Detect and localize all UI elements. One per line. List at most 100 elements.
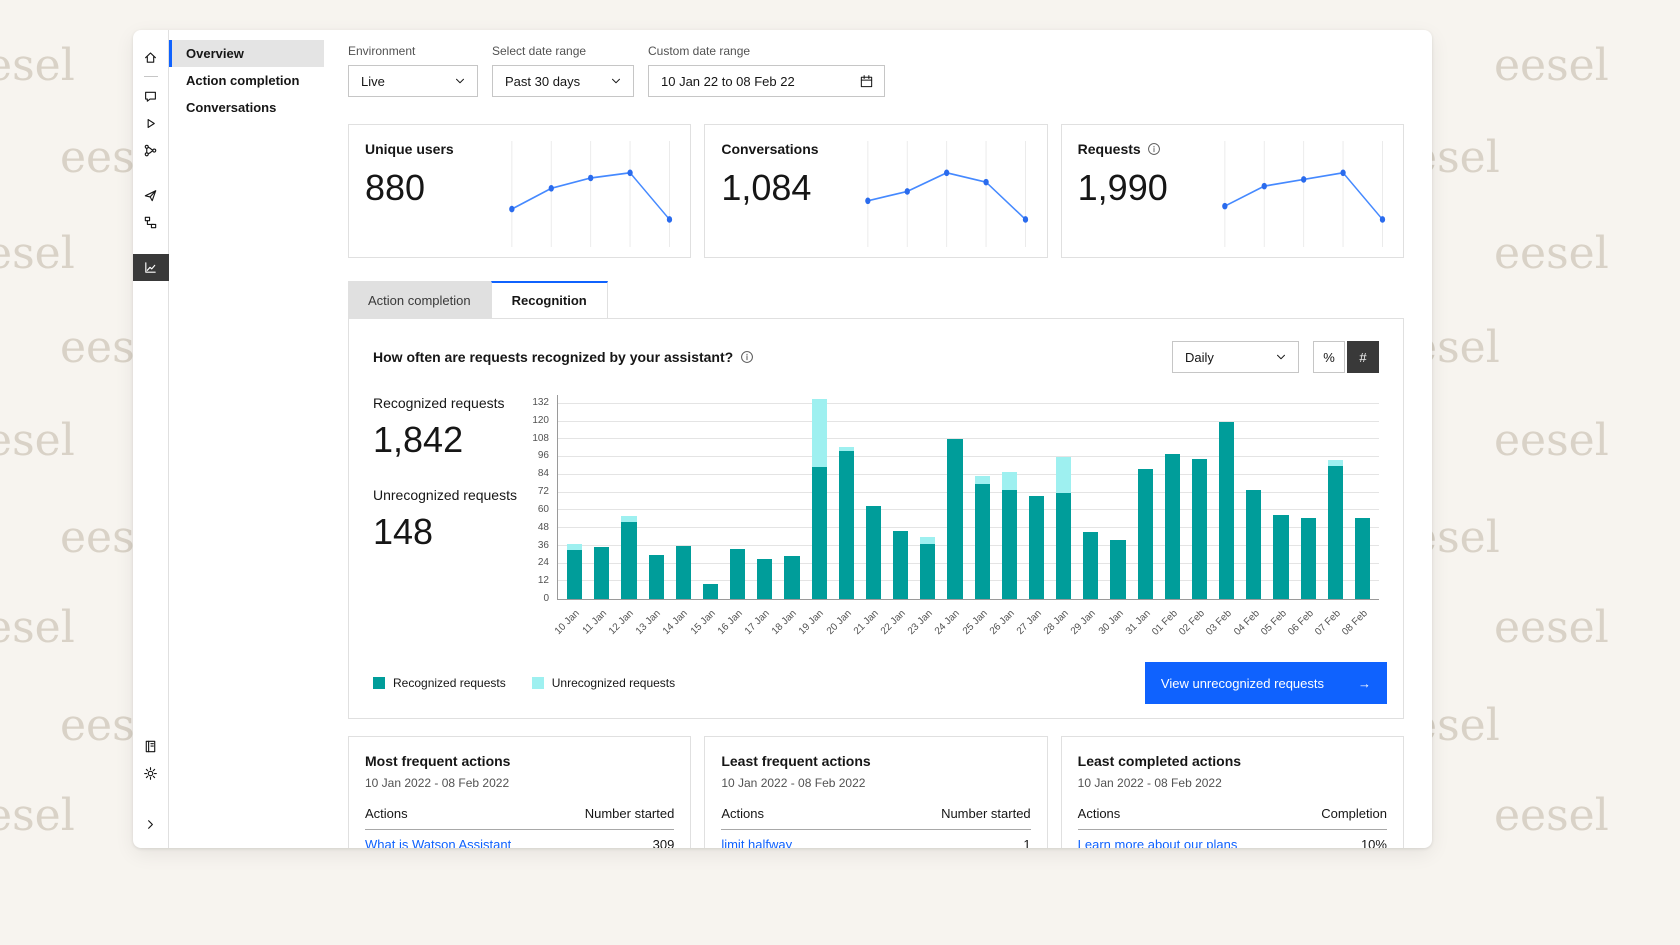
bar-segment-recognized — [1328, 466, 1343, 599]
bar-28-jan[interactable] — [1050, 395, 1077, 599]
environment-value: Live — [361, 74, 385, 89]
bar-12-jan[interactable] — [615, 395, 642, 599]
recognition-panel: How often are requests recognized by you… — [348, 318, 1404, 719]
notebook-icon[interactable] — [133, 733, 169, 760]
gear-icon[interactable] — [133, 760, 169, 787]
bar-27-jan[interactable] — [1023, 395, 1050, 599]
stat-value-unrecognized-requests: 148 — [373, 511, 523, 553]
metric-title-text: Requests — [1078, 141, 1141, 157]
y-axis-label: 24 — [538, 557, 549, 568]
metric-value: 1,084 — [721, 167, 861, 209]
bar-segment-recognized — [920, 544, 935, 599]
column-header-value: Completion — [1321, 806, 1387, 821]
count-toggle-button[interactable]: # — [1347, 341, 1379, 373]
chart-legend: Recognized requests Unrecognized requests — [373, 676, 701, 690]
bar-24-jan[interactable] — [941, 395, 968, 599]
bar-segment-recognized — [1056, 493, 1071, 599]
bar-23-jan[interactable] — [914, 395, 941, 599]
chart-y-axis: 01224364860728496108120132 — [523, 395, 557, 600]
environment-select[interactable]: Live — [348, 65, 478, 97]
flow-icon[interactable] — [133, 209, 169, 236]
bar-15-jan[interactable] — [697, 395, 724, 599]
environment-label: Environment — [348, 44, 478, 58]
legend-unrecognized-requests[interactable]: Unrecognized requests — [532, 676, 675, 690]
percent-toggle-button[interactable]: % — [1313, 341, 1345, 373]
stat-value-recognized-requests: 1,842 — [373, 419, 523, 461]
recognition-question-text: How often are requests recognized by you… — [373, 349, 733, 365]
table-header: ActionsCompletion — [1078, 790, 1387, 830]
bar-segment-recognized — [730, 549, 745, 599]
chart-icon[interactable] — [133, 254, 169, 281]
watermark-text: eesel — [1494, 415, 1609, 466]
side-nav: OverviewAction completionConversations — [169, 30, 324, 848]
bar-16-jan[interactable] — [724, 395, 751, 599]
legend-recognized-requests[interactable]: Recognized requests — [373, 676, 506, 690]
bar-17-jan[interactable] — [751, 395, 778, 599]
table-header: ActionsNumber started — [365, 790, 674, 830]
bar-25-jan[interactable] — [969, 395, 996, 599]
bar-21-jan[interactable] — [860, 395, 887, 599]
chat-icon[interactable] — [133, 83, 169, 110]
chevron-down-icon — [453, 74, 467, 88]
card-title: Most frequent actions — [365, 753, 674, 769]
y-axis-label: 60 — [538, 504, 549, 515]
sidebar-item-action-completion[interactable]: Action completion — [169, 67, 324, 94]
bar-29-jan[interactable] — [1077, 395, 1104, 599]
date-range-label: Select date range — [492, 44, 634, 58]
bar-segment-recognized — [893, 531, 908, 599]
sidebar-item-conversations[interactable]: Conversations — [169, 94, 324, 121]
action-link[interactable]: Learn more about our plans — [1078, 837, 1238, 849]
bar-26-jan[interactable] — [996, 395, 1023, 599]
watermark-text: eesel — [0, 228, 75, 279]
bar-11-jan[interactable] — [588, 395, 615, 599]
branch-icon[interactable] — [133, 137, 169, 164]
bar-05-feb[interactable] — [1267, 395, 1294, 599]
calendar-icon — [859, 74, 874, 89]
info-icon[interactable] — [1147, 142, 1161, 156]
metric-card-conversations: Conversations1,084 — [704, 124, 1047, 258]
icon-rail — [133, 30, 169, 848]
metric-value: 880 — [365, 167, 505, 209]
bar-06-feb[interactable] — [1295, 395, 1322, 599]
watermark-text: eesel — [1494, 602, 1609, 653]
interval-select[interactable]: Daily — [1172, 341, 1299, 373]
bar-segment-recognized — [649, 555, 664, 599]
bar-02-feb[interactable] — [1186, 395, 1213, 599]
tab-action-completion[interactable]: Action completion — [348, 281, 491, 318]
tab-recognition[interactable]: Recognition — [491, 281, 608, 318]
bar-31-jan[interactable] — [1132, 395, 1159, 599]
bar-10-jan[interactable] — [561, 395, 588, 599]
play-icon[interactable] — [133, 110, 169, 137]
bar-13-jan[interactable] — [643, 395, 670, 599]
y-axis-label: 84 — [538, 468, 549, 479]
view-unrecognized-button[interactable]: View unrecognized requests → — [1145, 662, 1387, 704]
info-icon[interactable] — [740, 350, 754, 364]
bar-07-feb[interactable] — [1322, 395, 1349, 599]
action-link[interactable]: limit halfway — [721, 837, 792, 849]
bar-18-jan[interactable] — [778, 395, 805, 599]
action-link[interactable]: What is Watson Assistant — [365, 837, 511, 849]
bar-08-feb[interactable] — [1349, 395, 1376, 599]
bar-01-feb[interactable] — [1159, 395, 1186, 599]
home-icon[interactable] — [133, 44, 169, 71]
bar-22-jan[interactable] — [887, 395, 914, 599]
bar-segment-recognized — [839, 451, 854, 599]
bar-segment-recognized — [1246, 490, 1261, 599]
bar-03-feb[interactable] — [1213, 395, 1240, 599]
bar-segment-recognized — [621, 522, 636, 599]
metric-cards: Unique users880Conversations1,084Request… — [348, 124, 1404, 258]
card-most-frequent-actions: Most frequent actions10 Jan 2022 - 08 Fe… — [348, 736, 691, 848]
bar-30-jan[interactable] — [1104, 395, 1131, 599]
chevron-right-icon[interactable] — [133, 811, 169, 838]
sidebar-item-overview[interactable]: Overview — [169, 40, 324, 67]
date-range-value: Past 30 days — [505, 74, 580, 89]
watermark-text: eesel — [0, 790, 75, 841]
send-icon[interactable] — [133, 182, 169, 209]
bar-19-jan[interactable] — [806, 395, 833, 599]
bar-20-jan[interactable] — [833, 395, 860, 599]
custom-range-input[interactable]: 10 Jan 22 to 08 Feb 22 — [648, 65, 885, 97]
bar-04-feb[interactable] — [1240, 395, 1267, 599]
date-range-select[interactable]: Past 30 days — [492, 65, 634, 97]
bar-14-jan[interactable] — [670, 395, 697, 599]
date-range-filter: Select date range Past 30 days — [492, 44, 634, 97]
